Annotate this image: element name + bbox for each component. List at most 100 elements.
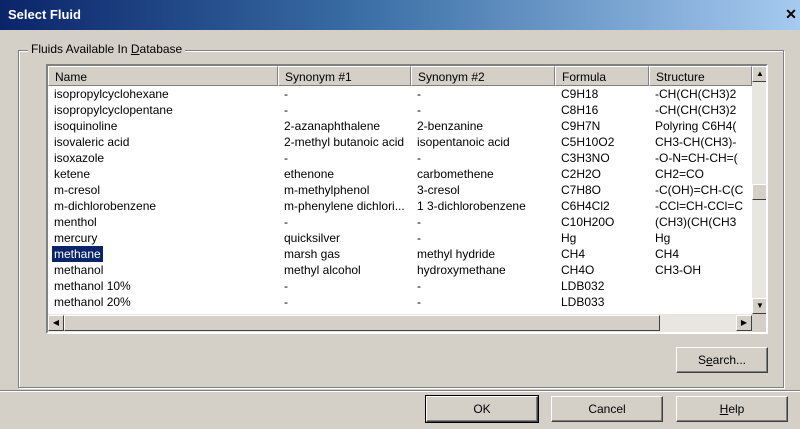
cell-synonym1: methyl alcohol [284,263,361,277]
cell-formula: C3H3NO [561,151,610,165]
table-row[interactable]: isopropylcyclopentane - - C8H16 -CH(CH(CH3)2 [48,102,752,118]
fluid-list[interactable]: Name Synonym #1 Synonym #2 Formula Struc… [46,64,768,334]
cell-name: methane [51,245,104,263]
cell-formula: C9H7N [561,119,601,133]
cell-formula: LDB033 [561,295,605,309]
table-row[interactable]: m-cresol m-methylphenol 3-cresol C7H8O -C(OH… [48,182,752,198]
cell-structure: CH2=CO [655,167,705,181]
table-row[interactable]: isovaleric acid 2-methyl butanoic acid iso… [48,134,752,150]
cell-formula: C9H18 [561,87,599,101]
cell-structure: -CCl=CH-CCl=C [655,199,744,213]
cell-synonym1: - [284,151,288,165]
cell-formula: CH4O [561,263,595,277]
table-row[interactable]: methanol 20% - - LDB033 [48,294,752,310]
column-header-formula[interactable]: Formula [555,66,649,86]
column-header-name[interactable]: Name [48,66,278,86]
ok-button[interactable]: OK [425,395,539,423]
cell-synonym1: - [284,295,288,309]
cell-name: m-cresol [54,183,101,197]
cell-synonym2: isopentanoic acid [417,135,510,149]
cell-synonym2: methyl hydride [417,247,496,261]
cell-synonym2: - [417,87,421,101]
cell-name: methanol 10% [54,279,131,293]
cell-synonym1: - [284,279,288,293]
scroll-down-icon[interactable]: ▼ [752,298,766,314]
cell-synonym1: 2-methyl butanoic acid [284,135,405,149]
cell-structure: -C(OH)=CH-C(C [655,183,744,197]
table-row[interactable]: ketene ethenone carbomethene C2H2O CH2=CO [48,166,752,182]
cell-structure: -O-N=CH-CH=( [655,151,738,165]
cell-synonym2: - [417,295,421,309]
cell-name: methanol [54,263,104,277]
cell-synonym2: carbomethene [417,167,494,181]
cell-formula: LDB032 [561,279,605,293]
vertical-scrollbar[interactable]: ▲ ▼ [752,66,766,314]
cell-formula: C2H2O [561,167,602,181]
vertical-scroll-thumb[interactable] [752,184,766,200]
cell-synonym1: quicksilver [284,231,341,245]
cell-structure: CH4 [655,247,680,261]
cell-synonym2: hydroxymethane [417,263,506,277]
cell-structure: CH3-OH [655,263,702,277]
scroll-left-icon[interactable]: ◀ [48,315,64,331]
cell-synonym1: - [284,103,288,117]
cell-synonym1: 2-azanaphthalene [284,119,381,133]
table-row[interactable]: methanol 10% - - LDB032 [48,278,752,294]
column-header-synonym2[interactable]: Synonym #2 [411,66,555,86]
cell-formula: C5H10O2 [561,135,615,149]
cell-formula: C7H8O [561,183,602,197]
cell-synonym1: - [284,87,288,101]
cell-name: isopropylcyclopentane [54,103,173,117]
column-header-synonym1[interactable]: Synonym #1 [278,66,411,86]
close-icon[interactable]: ✕ [784,6,798,22]
window-title: Select Fluid [8,7,81,22]
cell-formula: C6H4Cl2 [561,199,610,213]
cell-synonym1: m-methylphenol [284,183,370,197]
cell-structure: (CH3)(CH(CH3 [655,215,737,229]
cell-synonym1: m-phenylene dichlori... [284,199,405,213]
cell-synonym2: - [417,279,421,293]
cell-structure: Hg [655,231,671,245]
scroll-right-icon[interactable]: ▶ [736,315,752,331]
cell-name: isovaleric acid [54,135,130,149]
cell-name: methanol 20% [54,295,131,309]
table-row[interactable]: menthol - - C10H20O (CH3)(CH(CH3 [48,214,752,230]
cell-synonym2: 3-cresol [417,183,460,197]
cell-formula: C10H20O [561,215,615,229]
cell-name: isoxazole [54,151,105,165]
title-bar[interactable]: Select Fluid [0,0,800,30]
cell-synonym2: - [417,215,421,229]
column-header-structure[interactable]: Structure [649,66,752,86]
search-button[interactable]: Search... [676,347,768,373]
cell-synonym2: - [417,231,421,245]
cell-structure: -CH(CH(CH3)2 [655,103,737,117]
table-row[interactable]: isoxazole - - C3H3NO -O-N=CH-CH=( [48,150,752,166]
table-row[interactable]: isoquinoline 2-azanaphthalene 2-benzanine C… [48,118,752,134]
table-row[interactable]: isopropylcyclohexane - - C9H18 -CH(CH(CH3)2 [48,86,752,102]
horizontal-scroll-thumb[interactable] [64,315,660,331]
table-row[interactable]: mercury quicksilver - Hg Hg [48,230,752,246]
cell-formula: Hg [561,231,577,245]
scroll-corner [752,314,766,332]
table-row[interactable]: methane marsh gas methyl hydride CH4 CH4 [48,245,752,263]
cell-synonym1: marsh gas [284,247,341,261]
cell-name: m-dichlorobenzene [54,199,157,213]
horizontal-scrollbar[interactable]: ◀ ▶ [48,314,752,332]
cancel-button[interactable]: Cancel [551,396,663,422]
cell-structure: Polyring C6H4( [655,119,737,133]
help-button[interactable]: Help [676,396,788,422]
table-row[interactable]: m-dichlorobenzene m-phenylene dichlori...… [48,198,752,214]
cell-structure: -CH(CH(CH3)2 [655,87,737,101]
cell-name: mercury [54,231,98,245]
cell-structure [649,278,752,294]
cell-synonym2: - [417,151,421,165]
table-row[interactable]: methanol methyl alcohol hydroxymethane CH4O… [48,262,752,278]
cell-structure: CH3-CH(CH3)- [655,135,737,149]
cell-formula: C8H16 [561,103,599,117]
cell-name: isopropylcyclohexane [54,87,169,101]
scroll-up-icon[interactable]: ▲ [752,66,766,82]
cell-name: isoquinoline [54,119,118,133]
cell-synonym1: ethenone [284,167,335,181]
cell-synonym1: - [284,215,288,229]
cell-synonym2: 1 3-dichlorobenzene [417,199,526,213]
